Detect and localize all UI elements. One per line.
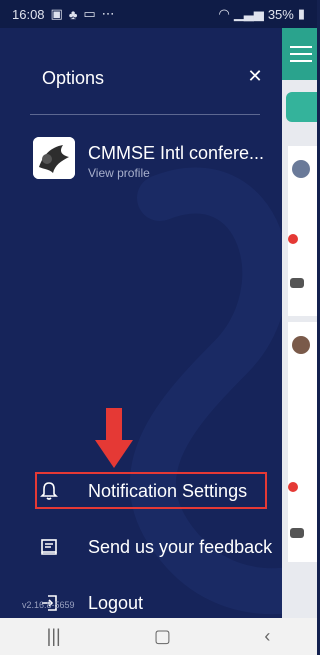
- back-icon[interactable]: ‹: [264, 626, 270, 647]
- recent-apps-icon[interactable]: |||: [47, 626, 61, 647]
- search-bar: [286, 92, 317, 122]
- arrow-down-icon: [95, 408, 133, 468]
- menu-item-label: Logout: [88, 592, 144, 613]
- menu-item-notification-settings[interactable]: Notification Settings: [34, 473, 247, 509]
- profile-name[interactable]: CMMSE Intl confere...: [88, 143, 264, 164]
- app-version: v2.16.8-5659: [22, 600, 75, 610]
- screen-icon: ▭: [83, 6, 96, 21]
- wifi-icon: ◠: [218, 6, 230, 21]
- signal-icon: ▁▃▅: [233, 6, 264, 21]
- options-drawer: Options ✕ CMMSE Intl confere... View pro…: [0, 28, 282, 618]
- bell-icon: [38, 480, 60, 502]
- status-bar: 16:08 ▣ ♣ ▭ ⋯ ◠ ▁▃▅ 35% ▮: [0, 0, 317, 28]
- battery-level: 35%: [267, 6, 294, 22]
- background-app-content: [282, 28, 317, 618]
- battery-icon: ▮: [297, 6, 305, 21]
- notification-icon: ♣: [68, 6, 78, 22]
- system-navigation-bar: ||| ▢ ‹: [0, 618, 317, 655]
- menu-item-label: Send us your feedback: [88, 536, 273, 557]
- feed-card: [288, 146, 317, 316]
- home-icon[interactable]: ▢: [154, 626, 171, 647]
- more-icon: ⋯: [101, 6, 115, 21]
- divider: [30, 114, 260, 115]
- menu-item-feedback[interactable]: Send us your feedback: [34, 529, 272, 565]
- app-header: [282, 28, 317, 80]
- menu-item-label: Notification Settings: [88, 480, 248, 501]
- drawer-title: Options: [42, 68, 105, 88]
- avatar[interactable]: [33, 137, 75, 179]
- status-time: 16:08: [12, 6, 45, 22]
- feedback-icon: [38, 536, 60, 558]
- view-profile-link[interactable]: View profile: [88, 166, 150, 180]
- conference-logo: [33, 137, 75, 179]
- image-icon: ▣: [50, 6, 63, 21]
- close-icon[interactable]: ✕: [245, 66, 265, 86]
- feed-card: [288, 322, 317, 562]
